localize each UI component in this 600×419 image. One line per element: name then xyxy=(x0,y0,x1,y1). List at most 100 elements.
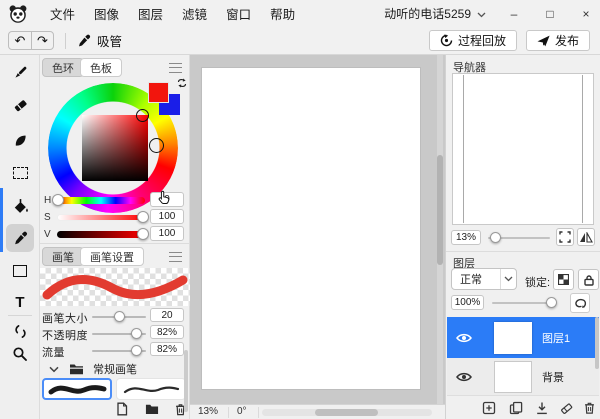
merge-down-icon[interactable] xyxy=(535,401,549,415)
menu-help[interactable]: 帮助 xyxy=(270,4,295,23)
clear-layer-icon[interactable] xyxy=(559,401,574,416)
h-slider[interactable] xyxy=(57,197,145,204)
eraser-tool[interactable] xyxy=(6,91,34,119)
flip-view-button[interactable] xyxy=(577,228,595,246)
tab-brush-settings[interactable]: 画笔设置 xyxy=(80,247,144,266)
right-panel: 导航器 13% 图层 正常 锁定: 100% xyxy=(445,55,600,419)
undo-button[interactable]: ↶ xyxy=(9,32,31,49)
flow-knob[interactable] xyxy=(131,345,142,356)
eye-visible-icon[interactable] xyxy=(456,371,472,383)
swap-colors-icon[interactable] xyxy=(177,78,187,88)
opacity-knob[interactable] xyxy=(131,328,142,339)
h-slider-knob[interactable] xyxy=(52,194,64,206)
canvas-rotation[interactable]: 0° xyxy=(237,406,247,417)
blend-mode-value: 正常 xyxy=(452,271,500,287)
tab-color-wheel[interactable]: 色环 xyxy=(42,58,84,77)
canvas[interactable] xyxy=(202,68,420,389)
flow-value[interactable]: 82% xyxy=(150,342,184,356)
saturation-value-square[interactable] xyxy=(82,115,148,181)
layer-opacity-slider[interactable] xyxy=(492,302,554,304)
add-layer-icon[interactable] xyxy=(482,401,496,415)
layer-opacity-value[interactable]: 100% xyxy=(451,295,484,310)
brush-item-selected[interactable] xyxy=(42,378,112,400)
brush-tool[interactable] xyxy=(6,58,34,86)
canvas-vscroll-thumb[interactable] xyxy=(437,155,443,265)
fill-tool[interactable] xyxy=(6,192,34,220)
foreground-color-swatch[interactable] xyxy=(148,82,169,103)
v-value-box[interactable]: 100 xyxy=(150,226,184,241)
brush-thumbnail xyxy=(120,380,182,398)
layer-opacity-knob[interactable] xyxy=(546,297,557,308)
titlebar: 文件 图像 图层 滤镜 窗口 帮助 动听的电话5259 – □ × xyxy=(0,0,600,27)
duplicate-layer-icon[interactable] xyxy=(509,401,523,415)
brush-size-label: 画笔大小 xyxy=(42,310,88,326)
fit-view-button[interactable] xyxy=(556,228,574,246)
v-slider-knob[interactable] xyxy=(137,228,149,240)
panel-divider xyxy=(40,243,189,244)
minimize-button[interactable]: – xyxy=(506,7,522,21)
maximize-button[interactable]: □ xyxy=(542,7,558,21)
brush-size-value[interactable]: 20 xyxy=(150,308,184,322)
brush-item[interactable] xyxy=(116,378,186,400)
new-brush-icon[interactable] xyxy=(115,402,129,416)
blend-mode-dropdown[interactable]: 正常 xyxy=(451,268,517,290)
brush-folder-icon[interactable] xyxy=(145,403,159,415)
s-slider-knob[interactable] xyxy=(137,211,149,223)
menu-window[interactable]: 窗口 xyxy=(226,4,251,23)
tool-divider xyxy=(8,315,32,316)
publish-button[interactable]: 发布 xyxy=(526,30,590,51)
navigator-preview[interactable] xyxy=(452,73,594,225)
layers-scrollbar[interactable] xyxy=(595,317,599,369)
app-window: 文件 图像 图层 滤镜 窗口 帮助 动听的电话5259 – □ × ↶ ↷ 吸管… xyxy=(0,0,600,419)
layer-row-selected[interactable]: 图层1 xyxy=(447,317,599,358)
canvas-statusbar: 13% 0° xyxy=(190,404,445,419)
flow-label: 流量 xyxy=(42,344,65,360)
layer-lock-button[interactable] xyxy=(578,269,599,290)
canvas-hscroll-thumb[interactable] xyxy=(315,409,378,416)
v-slider[interactable] xyxy=(57,231,145,238)
lock-label: 锁定: xyxy=(525,274,550,290)
text-icon: T xyxy=(15,294,24,311)
sv-square-marker[interactable] xyxy=(136,109,149,122)
tab-brush[interactable]: 画笔 xyxy=(42,247,84,266)
app-logo-panda-icon xyxy=(8,4,28,24)
zoom-tool[interactable] xyxy=(6,340,34,368)
text-tool[interactable]: T xyxy=(6,288,34,316)
eyedropper-tool[interactable] xyxy=(6,224,34,252)
navigator-zoom-knob[interactable] xyxy=(490,232,501,243)
select-tool[interactable] xyxy=(6,159,34,187)
alpha-lock-button[interactable] xyxy=(553,269,574,290)
brush-group-row[interactable]: 常规画笔 xyxy=(40,360,190,378)
account-name[interactable]: 动听的电话5259 xyxy=(384,5,471,22)
hue-ring-marker[interactable] xyxy=(149,138,164,153)
delete-layer-icon[interactable] xyxy=(583,400,596,415)
menu-filter[interactable]: 滤镜 xyxy=(182,4,207,23)
account-chevron-down-icon[interactable] xyxy=(477,12,486,18)
canvas-zoom-level[interactable]: 13% xyxy=(198,406,218,417)
eye-visible-icon[interactable] xyxy=(456,332,472,344)
clipping-button[interactable] xyxy=(570,293,590,313)
brush-size-knob[interactable] xyxy=(114,311,125,322)
menu-image[interactable]: 图像 xyxy=(94,4,119,23)
panel-scrollbar[interactable] xyxy=(184,350,188,412)
layer-row[interactable]: 背景 xyxy=(447,358,599,396)
navigator-canvas-edge xyxy=(582,75,583,223)
redo-button[interactable]: ↷ xyxy=(31,32,53,49)
navigator-zoom-value[interactable]: 13% xyxy=(451,230,481,245)
brush-thumbnail xyxy=(46,380,108,398)
s-slider[interactable] xyxy=(57,214,145,221)
menu-file[interactable]: 文件 xyxy=(50,4,75,23)
s-value-box[interactable]: 100 xyxy=(150,209,184,224)
process-replay-button[interactable]: 过程回放 xyxy=(429,30,517,51)
close-button[interactable]: × xyxy=(578,7,594,21)
process-replay-label: 过程回放 xyxy=(458,32,506,49)
color-panel-menu-icon[interactable] xyxy=(169,63,182,73)
folder-icon xyxy=(69,363,84,375)
menu-bar: 文件 图像 图层 滤镜 窗口 帮助 xyxy=(50,4,295,23)
shape-tool[interactable] xyxy=(6,257,34,285)
brush-panel-menu-icon[interactable] xyxy=(169,252,182,262)
smudge-tool[interactable] xyxy=(6,126,34,154)
opacity-value[interactable]: 82% xyxy=(150,325,184,339)
menu-layer[interactable]: 图层 xyxy=(138,4,163,23)
tab-color-palette[interactable]: 色板 xyxy=(80,58,122,77)
